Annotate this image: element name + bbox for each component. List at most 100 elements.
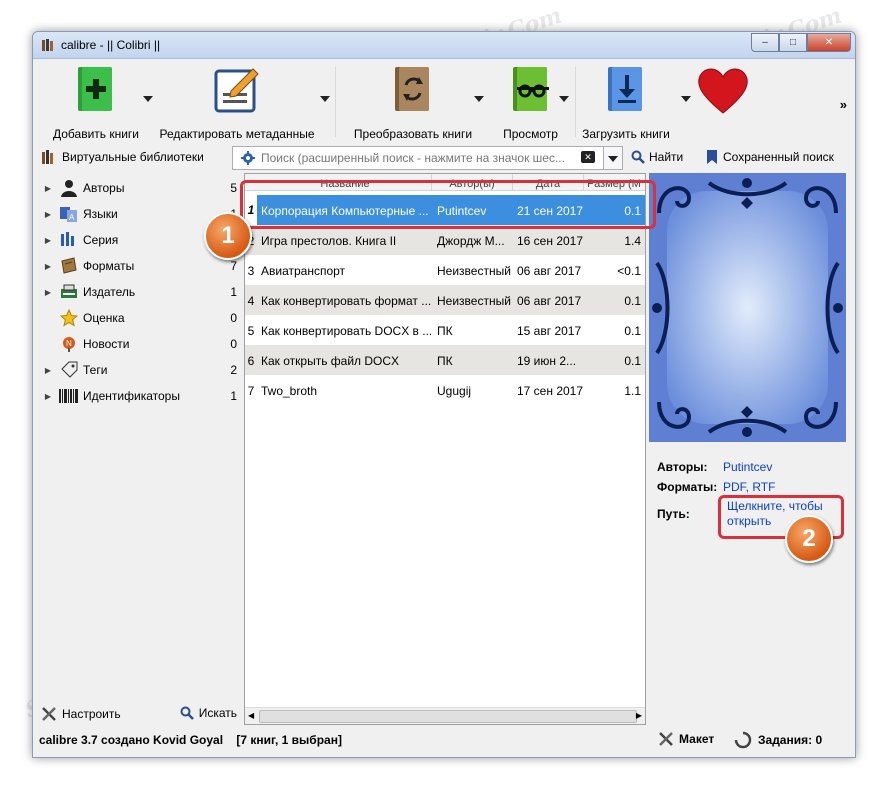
table-row[interactable]: 5 Как конвертировать DOCX в ... ПК 15 ав… — [245, 315, 645, 345]
edit-metadata-icon — [214, 68, 259, 113]
table-row[interactable]: 7 Two_broth Ugugij 17 сен 2017 1.1 — [245, 375, 645, 405]
layout-label: Макет — [679, 732, 715, 746]
expand-arrow-icon[interactable]: ▶ — [41, 236, 55, 245]
languages-icon: A — [59, 205, 79, 223]
row-number: 7 — [247, 384, 255, 398]
book-date: 15 авг 2017 — [517, 324, 582, 338]
get-books-dropdown-icon[interactable] — [681, 96, 691, 102]
saved-search-button[interactable]: Сохраненный поиск — [707, 150, 834, 164]
convert-book-icon — [395, 67, 429, 111]
configure-button[interactable]: Настроить — [41, 706, 121, 722]
tag-count: 5 — [230, 181, 237, 195]
layout-button[interactable]: Макет — [658, 731, 714, 747]
search-history-dropdown[interactable] — [603, 146, 623, 170]
minimize-button[interactable]: – — [751, 33, 779, 52]
scroll-left-icon[interactable]: ◀ — [248, 711, 254, 720]
close-button[interactable]: ✕ — [807, 33, 851, 52]
tag-item-tags[interactable]: ▶ Теги 2 — [41, 357, 237, 383]
book-cover[interactable] — [649, 173, 846, 442]
tag-item-rating[interactable]: Оценка 0 — [41, 305, 237, 331]
tag-label: Издатель — [83, 285, 136, 299]
convert-books-button[interactable]: Преобразовать книги — [343, 65, 483, 143]
table-row[interactable]: 3 Авиатранспорт Неизвестный 06 авг 2017 … — [245, 255, 645, 285]
book-author: Ugugij — [437, 384, 472, 398]
scrollbar-thumb[interactable] — [259, 710, 637, 723]
authors-link[interactable]: Putintcev — [723, 460, 772, 474]
book-size: 1.1 — [624, 384, 641, 398]
horizontal-scrollbar[interactable]: ◀ ▶ — [245, 707, 645, 724]
calibre-app-icon — [42, 39, 53, 51]
tag-item-authors[interactable]: ▶ Авторы 5 — [41, 175, 237, 201]
series-icon — [59, 231, 79, 249]
tools-icon — [42, 707, 56, 721]
book-title: Как открыть файл DOCX — [261, 354, 400, 368]
add-books-dropdown-icon[interactable] — [143, 96, 153, 102]
view-button[interactable]: Просмотр — [488, 65, 573, 143]
maximize-button[interactable]: □ — [779, 33, 807, 52]
tag-item-identifiers[interactable]: ▶ Идентификаторы 1 — [41, 383, 237, 409]
clear-search-icon[interactable]: ✕ — [581, 151, 595, 163]
book-icon — [59, 257, 79, 275]
tag-browser: ▶ Авторы 5 ▶ A Языки 1 ▶ Серия ▶ Форматы… — [41, 173, 237, 703]
donate-button[interactable] — [693, 65, 753, 143]
book-size: 0.1 — [624, 324, 641, 338]
tag-label: Новости — [83, 337, 130, 351]
tag-label: Теги — [83, 363, 108, 377]
find-button[interactable]: Найти — [631, 150, 683, 164]
book-size: 1.4 — [624, 234, 641, 248]
tag-item-news[interactable]: N Новости 0 — [41, 331, 237, 357]
download-book-icon — [608, 67, 642, 111]
path-label: Путь: — [657, 507, 690, 521]
search-input[interactable]: Поиск (расширенный поиск - нажмите на зн… — [232, 146, 604, 170]
heart-icon — [698, 68, 748, 114]
row-number: 3 — [247, 264, 255, 278]
find-label: Найти — [649, 150, 684, 164]
tag-find-label: Искать — [198, 706, 237, 720]
book-author: Джордж М... — [437, 234, 505, 248]
book-size: <0.1 — [617, 264, 641, 278]
view-dropdown-icon[interactable] — [559, 96, 569, 102]
tag-item-publisher[interactable]: ▶ Издатель 1 — [41, 279, 237, 305]
convert-books-dropdown-icon[interactable] — [474, 96, 484, 102]
jobs-button[interactable]: Задания: 0 — [734, 731, 822, 749]
scroll-right-icon[interactable]: ▶ — [636, 711, 642, 720]
get-books-button[interactable]: Загрузить книги — [581, 65, 671, 143]
news-icon: N — [59, 335, 79, 353]
row-number: 4 — [247, 294, 255, 308]
saved-search-label: Сохраненный поиск — [723, 150, 834, 164]
expand-arrow-icon[interactable]: ▶ — [41, 262, 55, 271]
table-row[interactable]: 4 Как конвертировать формат ... Неизвест… — [245, 285, 645, 315]
step-badge-2: 2 — [785, 515, 833, 563]
tag-count: 7 — [230, 259, 237, 273]
book-size: 0.1 — [624, 354, 641, 368]
main-toolbar: Добавить книги Редактировать метаданные … — [33, 59, 855, 143]
expand-arrow-icon[interactable]: ▶ — [41, 392, 55, 401]
expand-arrow-icon[interactable]: ▶ — [41, 366, 55, 375]
book-date: 16 сен 2017 — [517, 234, 583, 248]
tag-label: Оценка — [83, 311, 125, 325]
tag-item-formats[interactable]: ▶ Форматы 7 — [41, 253, 237, 279]
virtual-libraries-button[interactable]: Виртуальные библиотеки — [41, 150, 204, 164]
view-label: Просмотр — [503, 127, 558, 141]
expand-arrow-icon[interactable]: ▶ — [41, 210, 55, 219]
expand-arrow-icon[interactable]: ▶ — [41, 288, 55, 297]
edit-metadata-button[interactable]: Редактировать метаданные — [157, 65, 317, 143]
table-row[interactable]: 6 Как открыть файл DOCX ПК 19 июн 2... 0… — [245, 345, 645, 375]
gear-icon[interactable] — [241, 151, 255, 165]
jobs-label: Задания: 0 — [758, 733, 823, 747]
edit-metadata-dropdown-icon[interactable] — [320, 96, 330, 102]
formats-link[interactable]: PDF, RTF — [723, 480, 775, 494]
tag-find-button[interactable]: Искать — [180, 706, 237, 720]
add-books-button[interactable]: Добавить книги — [41, 65, 151, 143]
virtual-libraries-label: Виртуальные библиотеки — [62, 150, 204, 164]
step-badge-1: 1 — [204, 212, 252, 260]
add-book-icon — [78, 67, 112, 111]
library-icon — [42, 150, 53, 164]
tag-label: Форматы — [83, 259, 135, 273]
expand-arrow-icon[interactable]: ▶ — [41, 184, 55, 193]
more-actions-icon[interactable]: » — [840, 97, 847, 112]
table-row[interactable]: 2 Игра престолов. Книга II Джордж М... 1… — [245, 225, 645, 255]
status-text: calibre 3.7 создано Kovid Goyal [7 книг,… — [39, 733, 342, 747]
tag-label: Языки — [83, 207, 118, 221]
book-author: ПК — [437, 354, 453, 368]
